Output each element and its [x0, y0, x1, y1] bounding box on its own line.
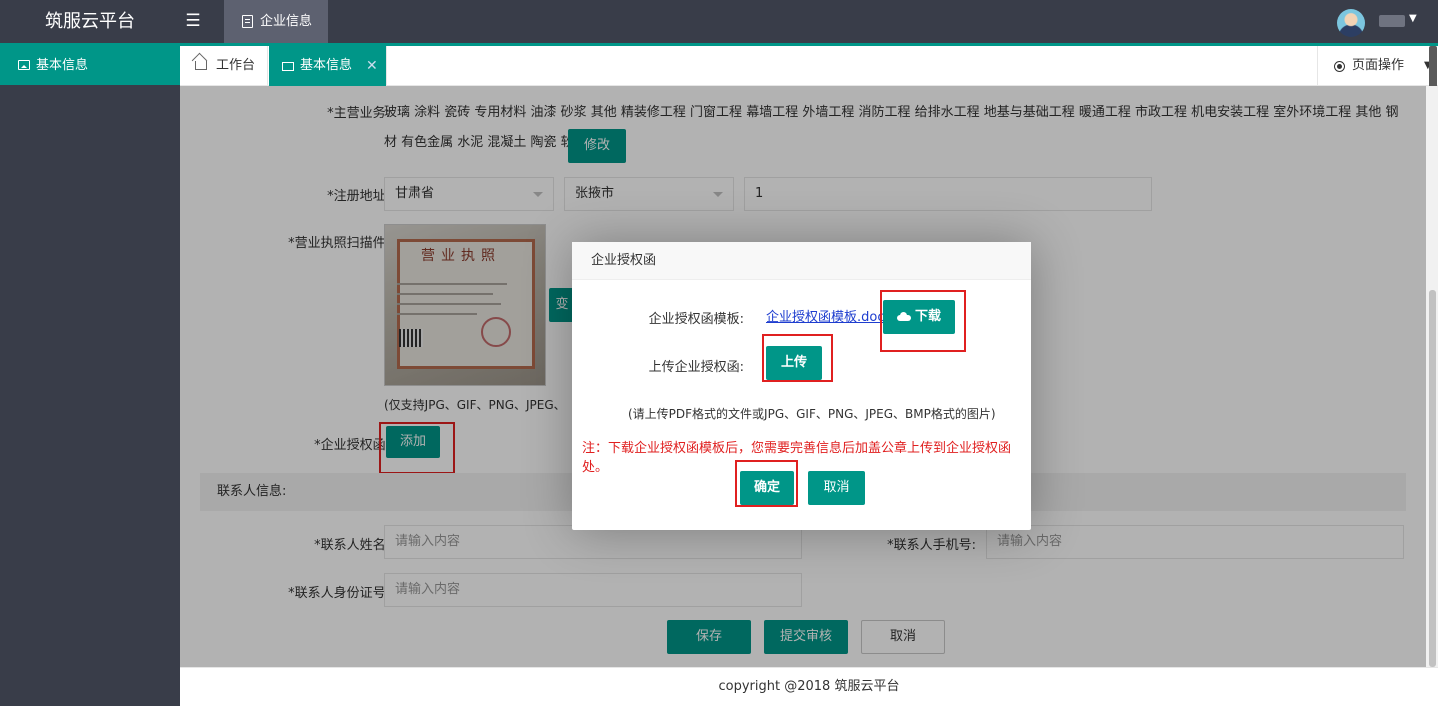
scrollbar-thumb[interactable] — [1429, 290, 1436, 667]
tab-workbench[interactable]: 工作台 — [180, 46, 268, 86]
radio-dot-icon — [1334, 61, 1345, 72]
image-icon — [282, 62, 294, 71]
caret-down-icon[interactable]: ▼ — [1409, 13, 1417, 24]
upload-note: 注：下载企业授权函模板后，您需要完善信息后加盖公章上传到企业授权函处。 — [582, 441, 1012, 475]
top-header: 筑服云平台 ☰ 企业信息 ▼ — [0, 0, 1438, 46]
module-tab-company-info[interactable]: 企业信息 — [224, 0, 328, 43]
page-operations-label: 页面操作 — [1352, 58, 1405, 73]
main-scrollbar[interactable] — [1426, 86, 1438, 667]
dialog-cancel-button[interactable]: 取消 — [808, 471, 865, 505]
tab-basic-info[interactable]: 基本信息 ✕ — [269, 46, 387, 86]
user-name[interactable] — [1379, 15, 1405, 27]
sidebar-item-basic-info[interactable]: 基本信息 — [0, 46, 180, 85]
brand-title: 筑服云平台 — [45, 11, 135, 32]
footer: copyright @2018 筑服云平台 — [180, 667, 1438, 706]
menu-icon[interactable]: ☰ — [183, 0, 203, 43]
highlight-box — [762, 334, 833, 382]
home-icon — [195, 61, 207, 70]
auth-letter-dialog: 企业授权函 企业授权函模板: 企业授权函模板.doc 下载 上传企业授权函: 上… — [572, 242, 1031, 530]
highlight-box — [880, 290, 966, 352]
page-tab-bar: 工作台 基本信息 ✕ 页面操作 ▼ — [180, 46, 1438, 86]
page-operations-dropdown[interactable]: 页面操作 ▼ — [1317, 46, 1438, 86]
dialog-title: 企业授权函 — [572, 242, 1031, 280]
tab-workbench-label: 工作台 — [216, 58, 256, 73]
sidebar: 基本信息 — [0, 46, 180, 706]
document-icon — [242, 15, 253, 28]
upload-format-hint: (请上传PDF格式的文件或JPG、GIF、PNG、JPEG、BMP格式的图片) — [628, 407, 996, 421]
close-icon[interactable]: ✕ — [366, 46, 378, 86]
image-icon — [18, 60, 30, 70]
upload-label: 上传企业授权函: — [648, 360, 744, 375]
sidebar-item-label: 基本信息 — [36, 58, 89, 73]
template-label: 企业授权函模板: — [648, 312, 744, 327]
user-avatar[interactable] — [1337, 9, 1365, 37]
template-download-link[interactable]: 企业授权函模板.doc — [766, 306, 885, 325]
module-tab-label: 企业信息 — [260, 14, 313, 29]
tab-basic-info-label: 基本信息 — [300, 58, 353, 73]
highlight-box — [735, 460, 798, 507]
